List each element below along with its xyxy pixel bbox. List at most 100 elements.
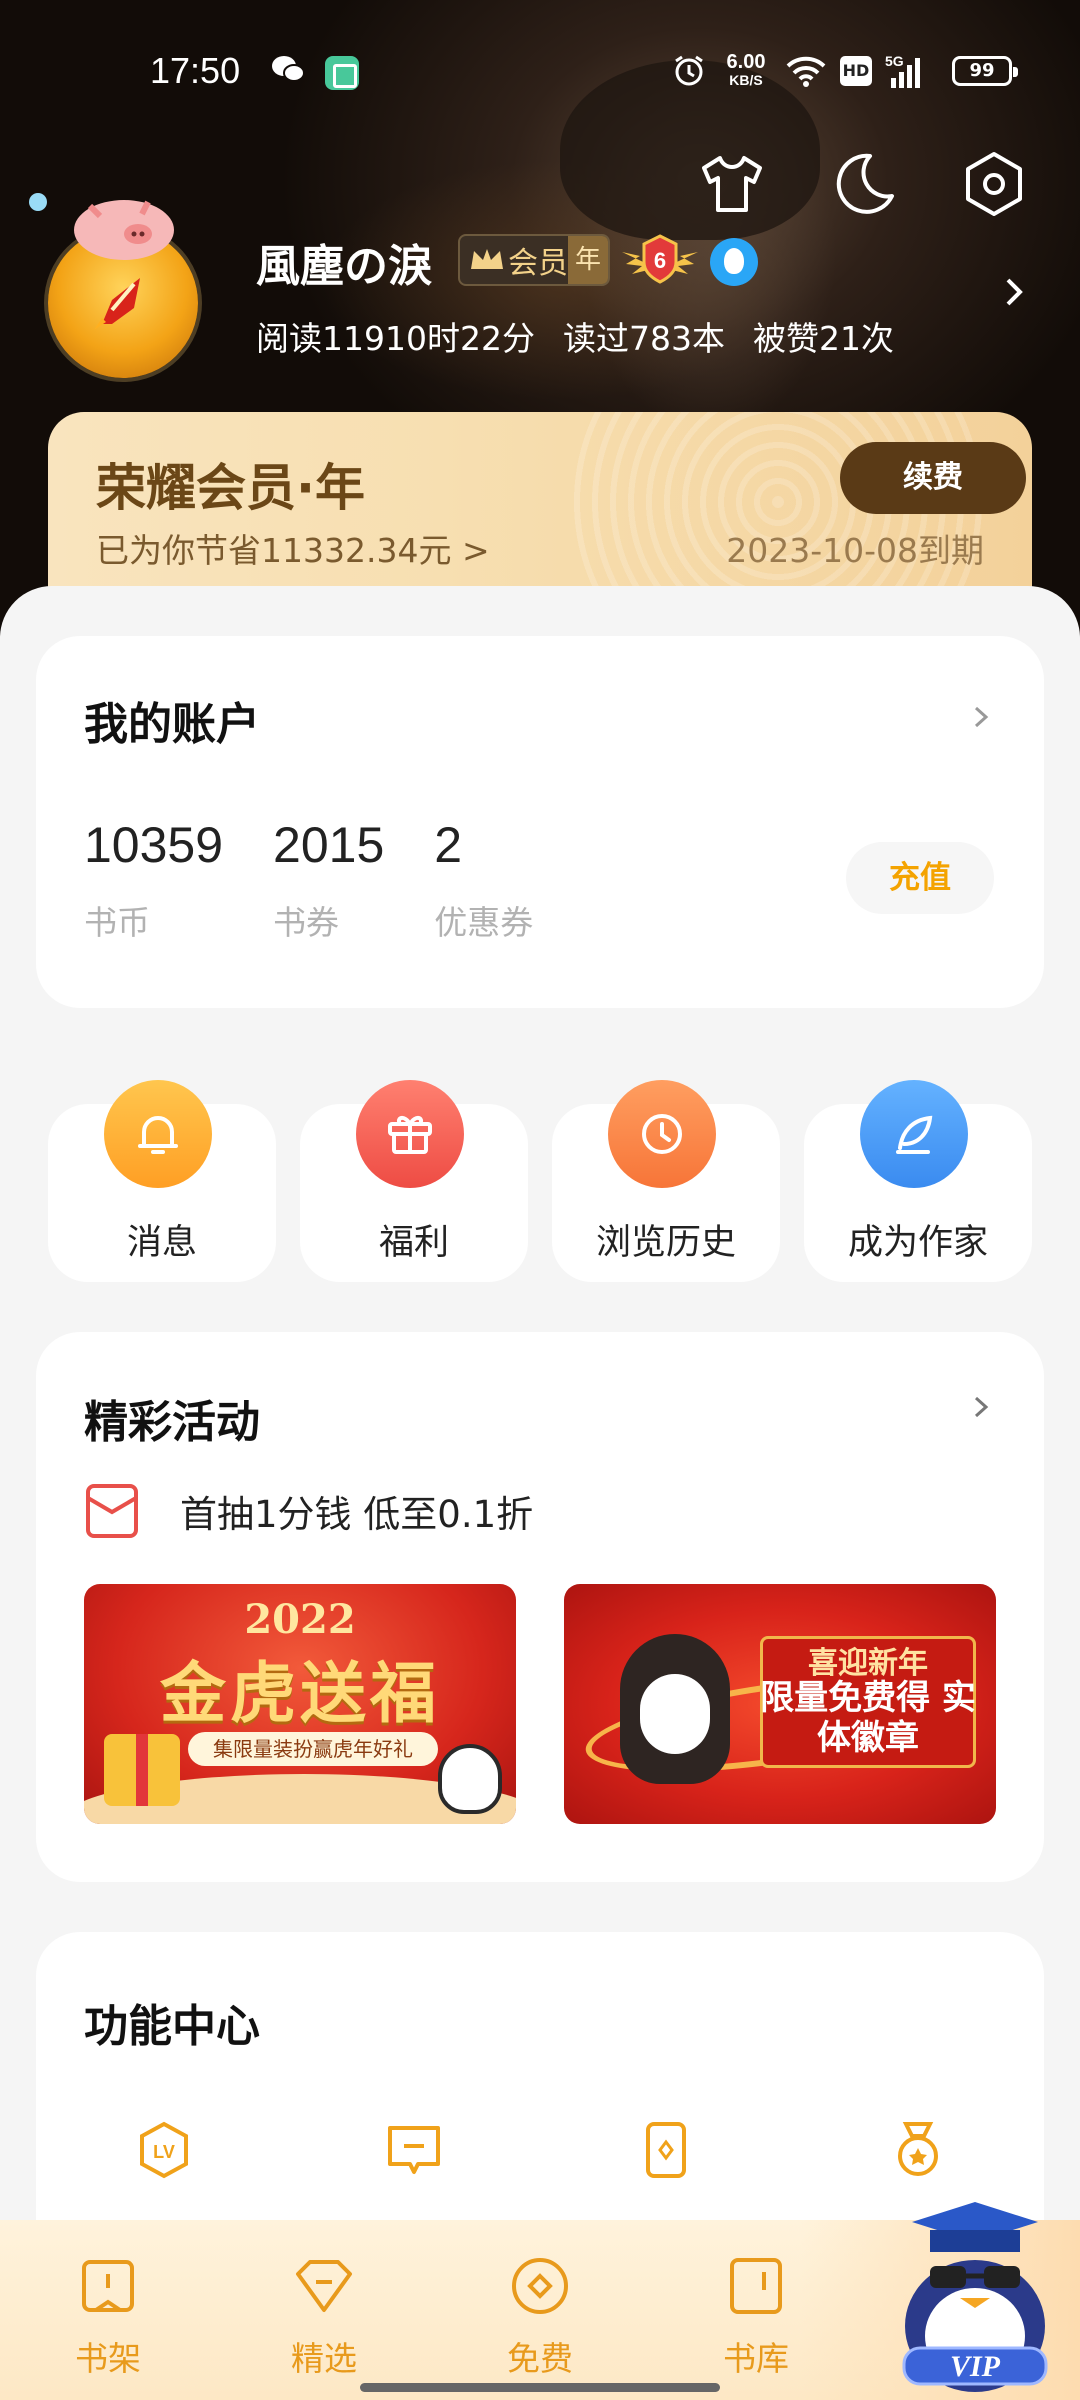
banner-line2: 限量免费得 实体徽章 bbox=[760, 1678, 976, 1758]
wechat-icon bbox=[272, 56, 305, 82]
status-bar: 17:50 6.00 KB/S HD 5G 99 bbox=[0, 0, 1080, 145]
quick-actions: 消息 福利 浏览历史 成为作家 bbox=[0, 1080, 1080, 1282]
bell-icon bbox=[104, 1080, 212, 1188]
chevron-right-icon[interactable] bbox=[970, 700, 992, 734]
quick-action-become-author[interactable]: 成为作家 bbox=[804, 1080, 1032, 1282]
balance-label: 书币 bbox=[84, 903, 150, 942]
featured-icon bbox=[296, 2260, 352, 2312]
clock-icon bbox=[608, 1080, 716, 1188]
penguin-mascot-icon bbox=[620, 1634, 730, 1784]
pig-avatar-frame-icon bbox=[29, 193, 174, 260]
stat-read-time: 阅读11910时22分 bbox=[256, 319, 535, 358]
level-number: 6 bbox=[654, 248, 666, 273]
event-banner-tiger[interactable]: 2022 金虎送福 集限量装扮赢虎年好礼 bbox=[84, 1584, 516, 1824]
renew-button[interactable]: 续费 bbox=[840, 442, 1026, 514]
rocket-icon bbox=[94, 278, 140, 330]
comment-icon[interactable] bbox=[382, 2118, 446, 2182]
app-notification-icon bbox=[325, 56, 359, 90]
quick-action-label: 成为作家 bbox=[847, 1223, 988, 1263]
nav-label: 书架 bbox=[75, 2339, 141, 2378]
svg-text:5G: 5G bbox=[885, 53, 904, 69]
card-icon[interactable] bbox=[634, 2118, 698, 2182]
level-icon[interactable]: LV bbox=[132, 2118, 196, 2182]
gift-box-icon bbox=[104, 1734, 180, 1806]
alarm-icon bbox=[675, 55, 703, 86]
chevron-right-icon[interactable] bbox=[1000, 272, 1028, 312]
events-card: 精彩活动 首抽1分钱 低至0.1折 2022 金虎送福 集限量装扮赢虎年好礼 喜… bbox=[36, 1332, 1044, 1882]
quick-action-label: 浏览历史 bbox=[595, 1223, 736, 1263]
gift-icon bbox=[356, 1080, 464, 1188]
quick-action-history[interactable]: 浏览历史 bbox=[552, 1080, 780, 1282]
vip-mascot-icon[interactable]: VIP bbox=[890, 2196, 1060, 2400]
event-banner-new-year[interactable]: 喜迎新年 限量免费得 实体徽章 bbox=[564, 1584, 996, 1824]
battery-indicator: 99 bbox=[952, 56, 1018, 86]
function-center-title: 功能中心 bbox=[84, 2001, 260, 2052]
nickname[interactable]: 風塵の淚 bbox=[256, 230, 432, 294]
library-icon bbox=[730, 2258, 782, 2314]
vip-badge-label: 会员 bbox=[508, 246, 568, 281]
vip-membership-card[interactable]: 荣耀会员·年 已为你节省11332.34元 > 续费 2023-10-08到期 bbox=[48, 412, 1032, 592]
balance-label: 书券 bbox=[273, 903, 340, 942]
level-badge[interactable]: 6 bbox=[620, 232, 700, 288]
reading-stats: 阅读11910时22分 读过783本 被赞21次 bbox=[256, 312, 922, 360]
red-packet-icon bbox=[86, 1484, 138, 1538]
nav-label: 精选 bbox=[291, 2339, 357, 2378]
quick-action-label: 福利 bbox=[378, 1223, 449, 1263]
balance-book-vouchers[interactable]: 2015 书券 bbox=[273, 816, 384, 944]
nav-library[interactable]: 书库 bbox=[696, 2254, 816, 2394]
vip-card-savings-link[interactable]: 已为你节省11332.34元 > bbox=[96, 524, 490, 572]
chevron-right-icon[interactable] bbox=[970, 1390, 992, 1424]
home-indicator[interactable] bbox=[360, 2383, 720, 2392]
night-mode-icon[interactable] bbox=[826, 148, 898, 220]
bookshelf-icon bbox=[82, 2260, 134, 2312]
penguin-mascot-icon bbox=[438, 1744, 502, 1814]
balance-value: 2 bbox=[434, 817, 463, 873]
nav-free[interactable]: 免费 bbox=[480, 2254, 600, 2394]
balance-value: 10359 bbox=[84, 817, 224, 873]
qq-icon[interactable] bbox=[710, 238, 758, 286]
signal-icon: 5G bbox=[885, 53, 920, 88]
nav-label: 免费 bbox=[507, 2339, 573, 2378]
vip-card-title: 荣耀会员·年 bbox=[96, 459, 365, 517]
promo-link[interactable]: 首抽1分钱 低至0.1折 bbox=[84, 1482, 533, 1540]
svg-text:VIP: VIP bbox=[950, 2350, 1001, 2383]
quick-action-label: 消息 bbox=[126, 1223, 197, 1263]
crown-icon bbox=[471, 249, 503, 269]
nav-label: 书库 bbox=[723, 2339, 789, 2378]
dress-up-icon[interactable] bbox=[696, 148, 768, 220]
stat-likes: 被赞21次 bbox=[752, 319, 894, 358]
banner-headline: 金虎送福 bbox=[160, 1654, 440, 1732]
status-time: 17:50 bbox=[150, 50, 241, 91]
events-title: 精彩活动 bbox=[84, 1397, 260, 1448]
settings-icon[interactable] bbox=[958, 148, 1030, 220]
vip-card-expiry: 2023-10-08到期 bbox=[726, 531, 984, 570]
account-card: 我的账户 10359 书币 2015 书券 2 优惠券 充值 bbox=[36, 636, 1044, 1008]
banner-line1: 喜迎新年 bbox=[808, 1646, 928, 1681]
vip-badge-period: 年 bbox=[568, 236, 608, 284]
svg-text:LV: LV bbox=[153, 2142, 175, 2162]
network-speed-unit: KB/S bbox=[729, 72, 763, 88]
promo-text: 首抽1分钱 低至0.1折 bbox=[180, 1493, 534, 1536]
wifi-icon bbox=[786, 56, 826, 87]
hd-badge: HD bbox=[840, 56, 872, 86]
network-speed: 6.00 KB/S bbox=[716, 52, 776, 88]
vip-badge[interactable]: 会员 年 bbox=[458, 234, 610, 286]
balance-label: 优惠券 bbox=[434, 903, 534, 942]
recharge-button[interactable]: 充值 bbox=[846, 842, 994, 914]
nav-featured[interactable]: 精选 bbox=[264, 2254, 384, 2394]
free-icon bbox=[512, 2258, 568, 2314]
balance-value: 2015 bbox=[273, 817, 385, 873]
feather-icon bbox=[860, 1080, 968, 1188]
banner-year: 2022 bbox=[244, 1596, 356, 1643]
balance-coupons[interactable]: 2 优惠券 bbox=[434, 816, 533, 944]
network-speed-value: 6.00 bbox=[726, 51, 766, 73]
banner-subtitle: 集限量装扮赢虎年好礼 bbox=[188, 1732, 438, 1766]
balance-book-coins[interactable]: 10359 书币 bbox=[84, 816, 223, 944]
account-balances: 10359 书币 2015 书券 2 优惠券 bbox=[84, 816, 583, 944]
quick-action-welfare[interactable]: 福利 bbox=[300, 1080, 528, 1282]
stat-books-read: 读过783本 bbox=[562, 319, 725, 358]
account-title: 我的账户 bbox=[84, 699, 260, 750]
quick-action-messages[interactable]: 消息 bbox=[48, 1080, 276, 1282]
medal-icon[interactable] bbox=[886, 2118, 950, 2182]
nav-bookshelf[interactable]: 书架 bbox=[48, 2254, 168, 2394]
